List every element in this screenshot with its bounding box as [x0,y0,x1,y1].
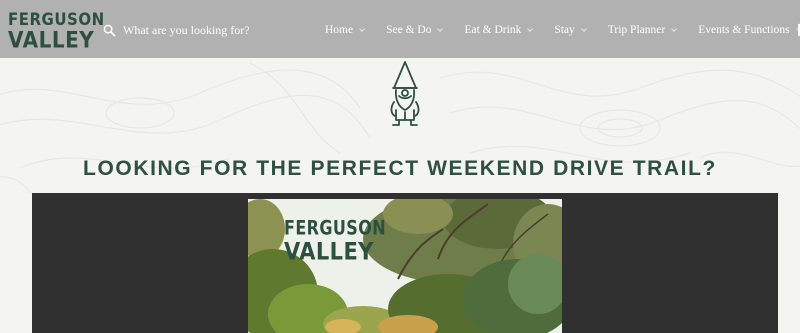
chevron-down-icon [580,26,587,32]
nav-item-events-functions[interactable]: Events & Functions [698,24,800,36]
nav-item-stay[interactable]: Stay [554,24,587,36]
nav-item-label: Stay [554,24,575,36]
site-header: FERGUSON VALLEY Home See & Do Eat & Drin… [0,0,800,58]
main-nav: Home See & Do Eat & Drink Stay Trip Plan… [325,22,800,38]
logo-line2: VALLEY [8,26,95,54]
chevron-down-icon [527,26,534,32]
nav-item-label: See & Do [386,24,432,36]
logo-line1: FERGUSON [8,8,105,30]
site-logo[interactable]: FERGUSON VALLEY [8,8,105,54]
chevron-down-icon [359,26,365,32]
nav-item-label: Eat & Drink [464,24,522,36]
image-logo: FERGUSON VALLEY [284,216,387,266]
search-input[interactable] [123,22,303,38]
chevron-down-icon [437,26,444,32]
nav-item-label: Events & Functions [698,24,790,36]
page-headline: LOOKING FOR THE PERFECT WEEKEND DRIVE TR… [83,157,717,180]
hero-image[interactable]: FERGUSON VALLEY [248,199,562,333]
menu-overflow-icon[interactable]: ❙ [794,22,800,36]
nav-item-label: Trip Planner [607,24,666,36]
search-bar [103,20,303,40]
nav-item-eat-drink[interactable]: Eat & Drink [464,24,534,36]
nav-item-label: Home [325,24,354,36]
gnome-icon [390,61,420,126]
nav-item-trip-planner[interactable]: Trip Planner [607,24,678,36]
search-icon[interactable] [103,24,116,37]
nav-item-home[interactable]: Home [325,24,365,36]
nav-item-see-do[interactable]: See & Do [386,24,444,36]
chevron-down-icon [671,26,678,32]
image-logo-line1: FERGUSON [284,216,387,240]
image-logo-line2: VALLEY [284,237,374,266]
